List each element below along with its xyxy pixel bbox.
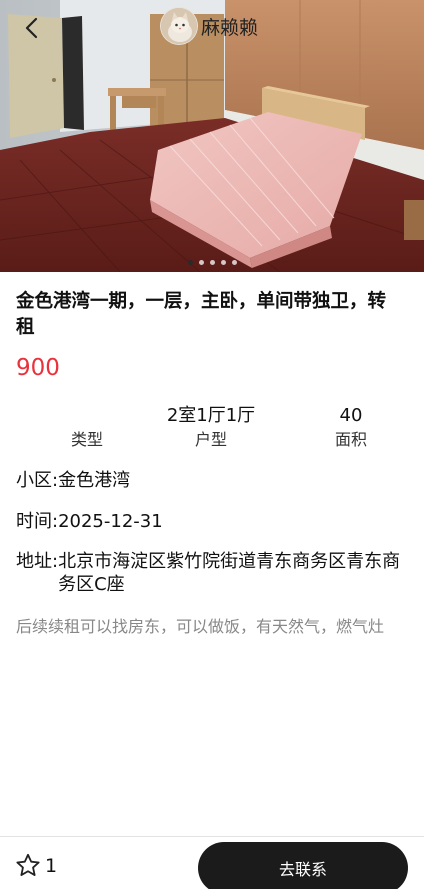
spec-area-label: 面积: [334, 430, 367, 449]
spec-type: 类型: [37, 403, 137, 452]
address-info: 地址: 北京市海淀区紫竹院街道青东商务区青东商务区C座: [16, 550, 408, 596]
room-photo-carousel[interactable]: 麻赖赖: [0, 0, 424, 272]
star-outline-icon: [16, 853, 40, 876]
listing-info: 金色港湾一期，一层，主卧，单间带独卫，转租 900 类型 2室1厅1厅 户型 4…: [0, 272, 424, 639]
owner-avatar[interactable]: [160, 7, 198, 45]
carousel-dot[interactable]: [231, 260, 237, 265]
contact-button[interactable]: 去联系: [198, 842, 408, 889]
spec-layout-label: 户型: [194, 430, 227, 449]
back-button[interactable]: [14, 10, 50, 46]
bottom-action-bar: 1 去联系: [0, 836, 424, 889]
listing-detail-page: 麻赖赖 金色港湾一期，一层，主卧，单间带独卫，转租 900 类型 2室1厅1厅 …: [0, 0, 424, 889]
spec-layout: 2室1厅1厅 户型: [161, 403, 261, 452]
owner-name[interactable]: 麻赖赖: [201, 13, 258, 40]
carousel-dot[interactable]: [187, 260, 193, 265]
chevron-left-icon: [25, 17, 38, 39]
spec-area-value: 40: [339, 405, 363, 426]
community-info: 小区:金色港湾: [16, 470, 131, 491]
address-value: 北京市海淀区紫竹院街道青东商务区青东商务区C座: [58, 551, 401, 595]
listing-description: 后续续租可以找房东，可以做饭，有天然气，燃气灶: [16, 617, 385, 636]
address-label: 地址:: [16, 551, 59, 572]
spec-type-label: 类型: [70, 430, 103, 449]
carousel-dot[interactable]: [198, 260, 204, 265]
favorite-count: 1: [45, 854, 58, 877]
carousel-dot[interactable]: [220, 260, 226, 265]
carousel-indicator: [0, 260, 424, 265]
carousel-dot[interactable]: [209, 260, 215, 265]
listing-price: 900: [16, 355, 60, 381]
owner-info[interactable]: 麻赖赖: [160, 6, 258, 46]
time-info: 时间:2025-12-31: [16, 511, 163, 532]
spec-row: 类型 2室1厅1厅 户型 40 面积: [16, 403, 408, 455]
favorite-button[interactable]: 1: [14, 852, 57, 879]
avatar-image: [161, 8, 197, 44]
listing-title: 金色港湾一期，一层，主卧，单间带独卫，转租: [16, 291, 387, 338]
spec-area: 40 面积: [301, 403, 401, 452]
spec-layout-value: 2室1厅1厅: [166, 405, 256, 426]
spec-type-value: [37, 403, 137, 428]
